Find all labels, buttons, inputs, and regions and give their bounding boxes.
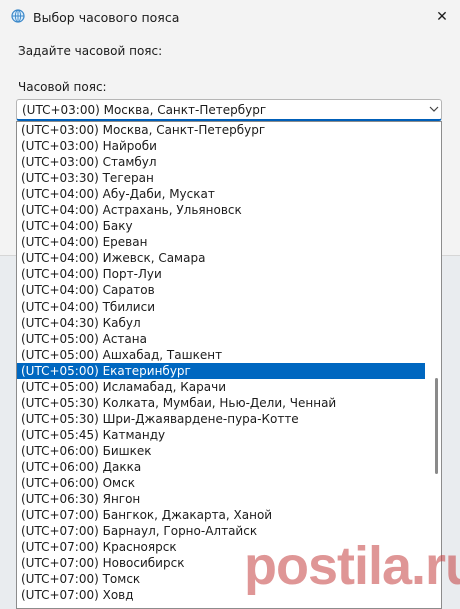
list-item[interactable]: (UTC+03:00) Москва, Санкт-Петербург bbox=[17, 122, 425, 138]
list-item[interactable]: (UTC+06:00) Бишкек bbox=[17, 443, 425, 459]
combobox-selected-value: (UTC+03:00) Москва, Санкт-Петербург bbox=[22, 103, 267, 117]
close-icon: ✕ bbox=[436, 9, 448, 25]
list-item[interactable]: (UTC+04:00) Ижевск, Самара bbox=[17, 250, 425, 266]
timezone-dropdown-list[interactable]: (UTC+03:00) Москва, Санкт-Петербург (UTC+… bbox=[16, 121, 442, 609]
globe-clock-icon bbox=[11, 9, 25, 23]
list-item[interactable]: (UTC+04:00) Ереван bbox=[17, 234, 425, 250]
list-item[interactable]: (UTC+05:30) Колката, Мумбаи, Нью-Дели, Ч… bbox=[17, 395, 425, 411]
list-item-selected[interactable]: (UTC+05:00) Екатеринбург bbox=[17, 362, 425, 379]
scrollbar[interactable] bbox=[432, 122, 441, 608]
list-item[interactable]: (UTC+03:00) Стамбул bbox=[17, 154, 425, 170]
list-item[interactable]: (UTC+04:00) Порт-Луи bbox=[17, 266, 425, 282]
list-item[interactable]: (UTC+05:45) Катманду bbox=[17, 427, 425, 443]
list-item[interactable]: (UTC+06:30) Янгон bbox=[17, 491, 425, 507]
list-item[interactable]: (UTC+04:30) Кабул bbox=[17, 315, 425, 331]
timezone-label: Часовой пояс: bbox=[18, 80, 107, 94]
list-item[interactable]: (UTC+07:00) Томск bbox=[17, 571, 425, 587]
list-item[interactable]: (UTC+05:00) Астана bbox=[17, 331, 425, 347]
chevron-down-icon bbox=[429, 106, 439, 112]
list-item[interactable]: (UTC+04:00) Баку bbox=[17, 218, 425, 234]
list-item[interactable]: (UTC+06:00) Дакка bbox=[17, 459, 425, 475]
list-item[interactable]: (UTC+05:30) Шри-Джаявардене-пура-Котте bbox=[17, 411, 425, 427]
list-item[interactable]: (UTC+07:00) Бангкок, Джакарта, Ханой bbox=[17, 507, 425, 523]
title-bar: Выбор часового пояса ✕ bbox=[0, 0, 460, 36]
list-item[interactable]: (UTC+05:00) Ашхабад, Ташкент bbox=[17, 347, 425, 363]
timezone-list: (UTC+03:00) Москва, Санкт-Петербург (UTC+… bbox=[17, 122, 441, 603]
prompt-text: Задайте часовой пояс: bbox=[18, 44, 163, 58]
list-item[interactable]: (UTC+03:00) Найроби bbox=[17, 138, 425, 154]
list-item[interactable]: (UTC+04:00) Астрахань, Ульяновск bbox=[17, 202, 425, 218]
window-title: Выбор часового пояса bbox=[33, 10, 180, 25]
list-item[interactable]: (UTC+07:00) Ховд bbox=[17, 587, 425, 603]
list-item[interactable]: (UTC+07:00) Барнаул, Горно-Алтайск bbox=[17, 523, 425, 539]
list-item[interactable]: (UTC+03:30) Тегеран bbox=[17, 170, 425, 186]
timezone-combobox[interactable]: (UTC+03:00) Москва, Санкт-Петербург bbox=[16, 99, 442, 121]
list-item[interactable]: (UTC+06:00) Омск bbox=[17, 475, 425, 491]
list-item[interactable]: (UTC+04:00) Саратов bbox=[17, 282, 425, 298]
list-item[interactable]: (UTC+05:00) Исламабад, Карачи bbox=[17, 379, 425, 395]
list-item[interactable]: (UTC+07:00) Новосибирск bbox=[17, 555, 425, 571]
list-item[interactable]: (UTC+04:00) Абу-Даби, Мускат bbox=[17, 186, 425, 202]
close-button[interactable]: ✕ bbox=[428, 4, 456, 30]
scrollbar-thumb[interactable] bbox=[435, 378, 438, 474]
list-item[interactable]: (UTC+07:00) Красноярск bbox=[17, 539, 425, 555]
list-item[interactable]: (UTC+04:00) Тбилиси bbox=[17, 299, 425, 315]
